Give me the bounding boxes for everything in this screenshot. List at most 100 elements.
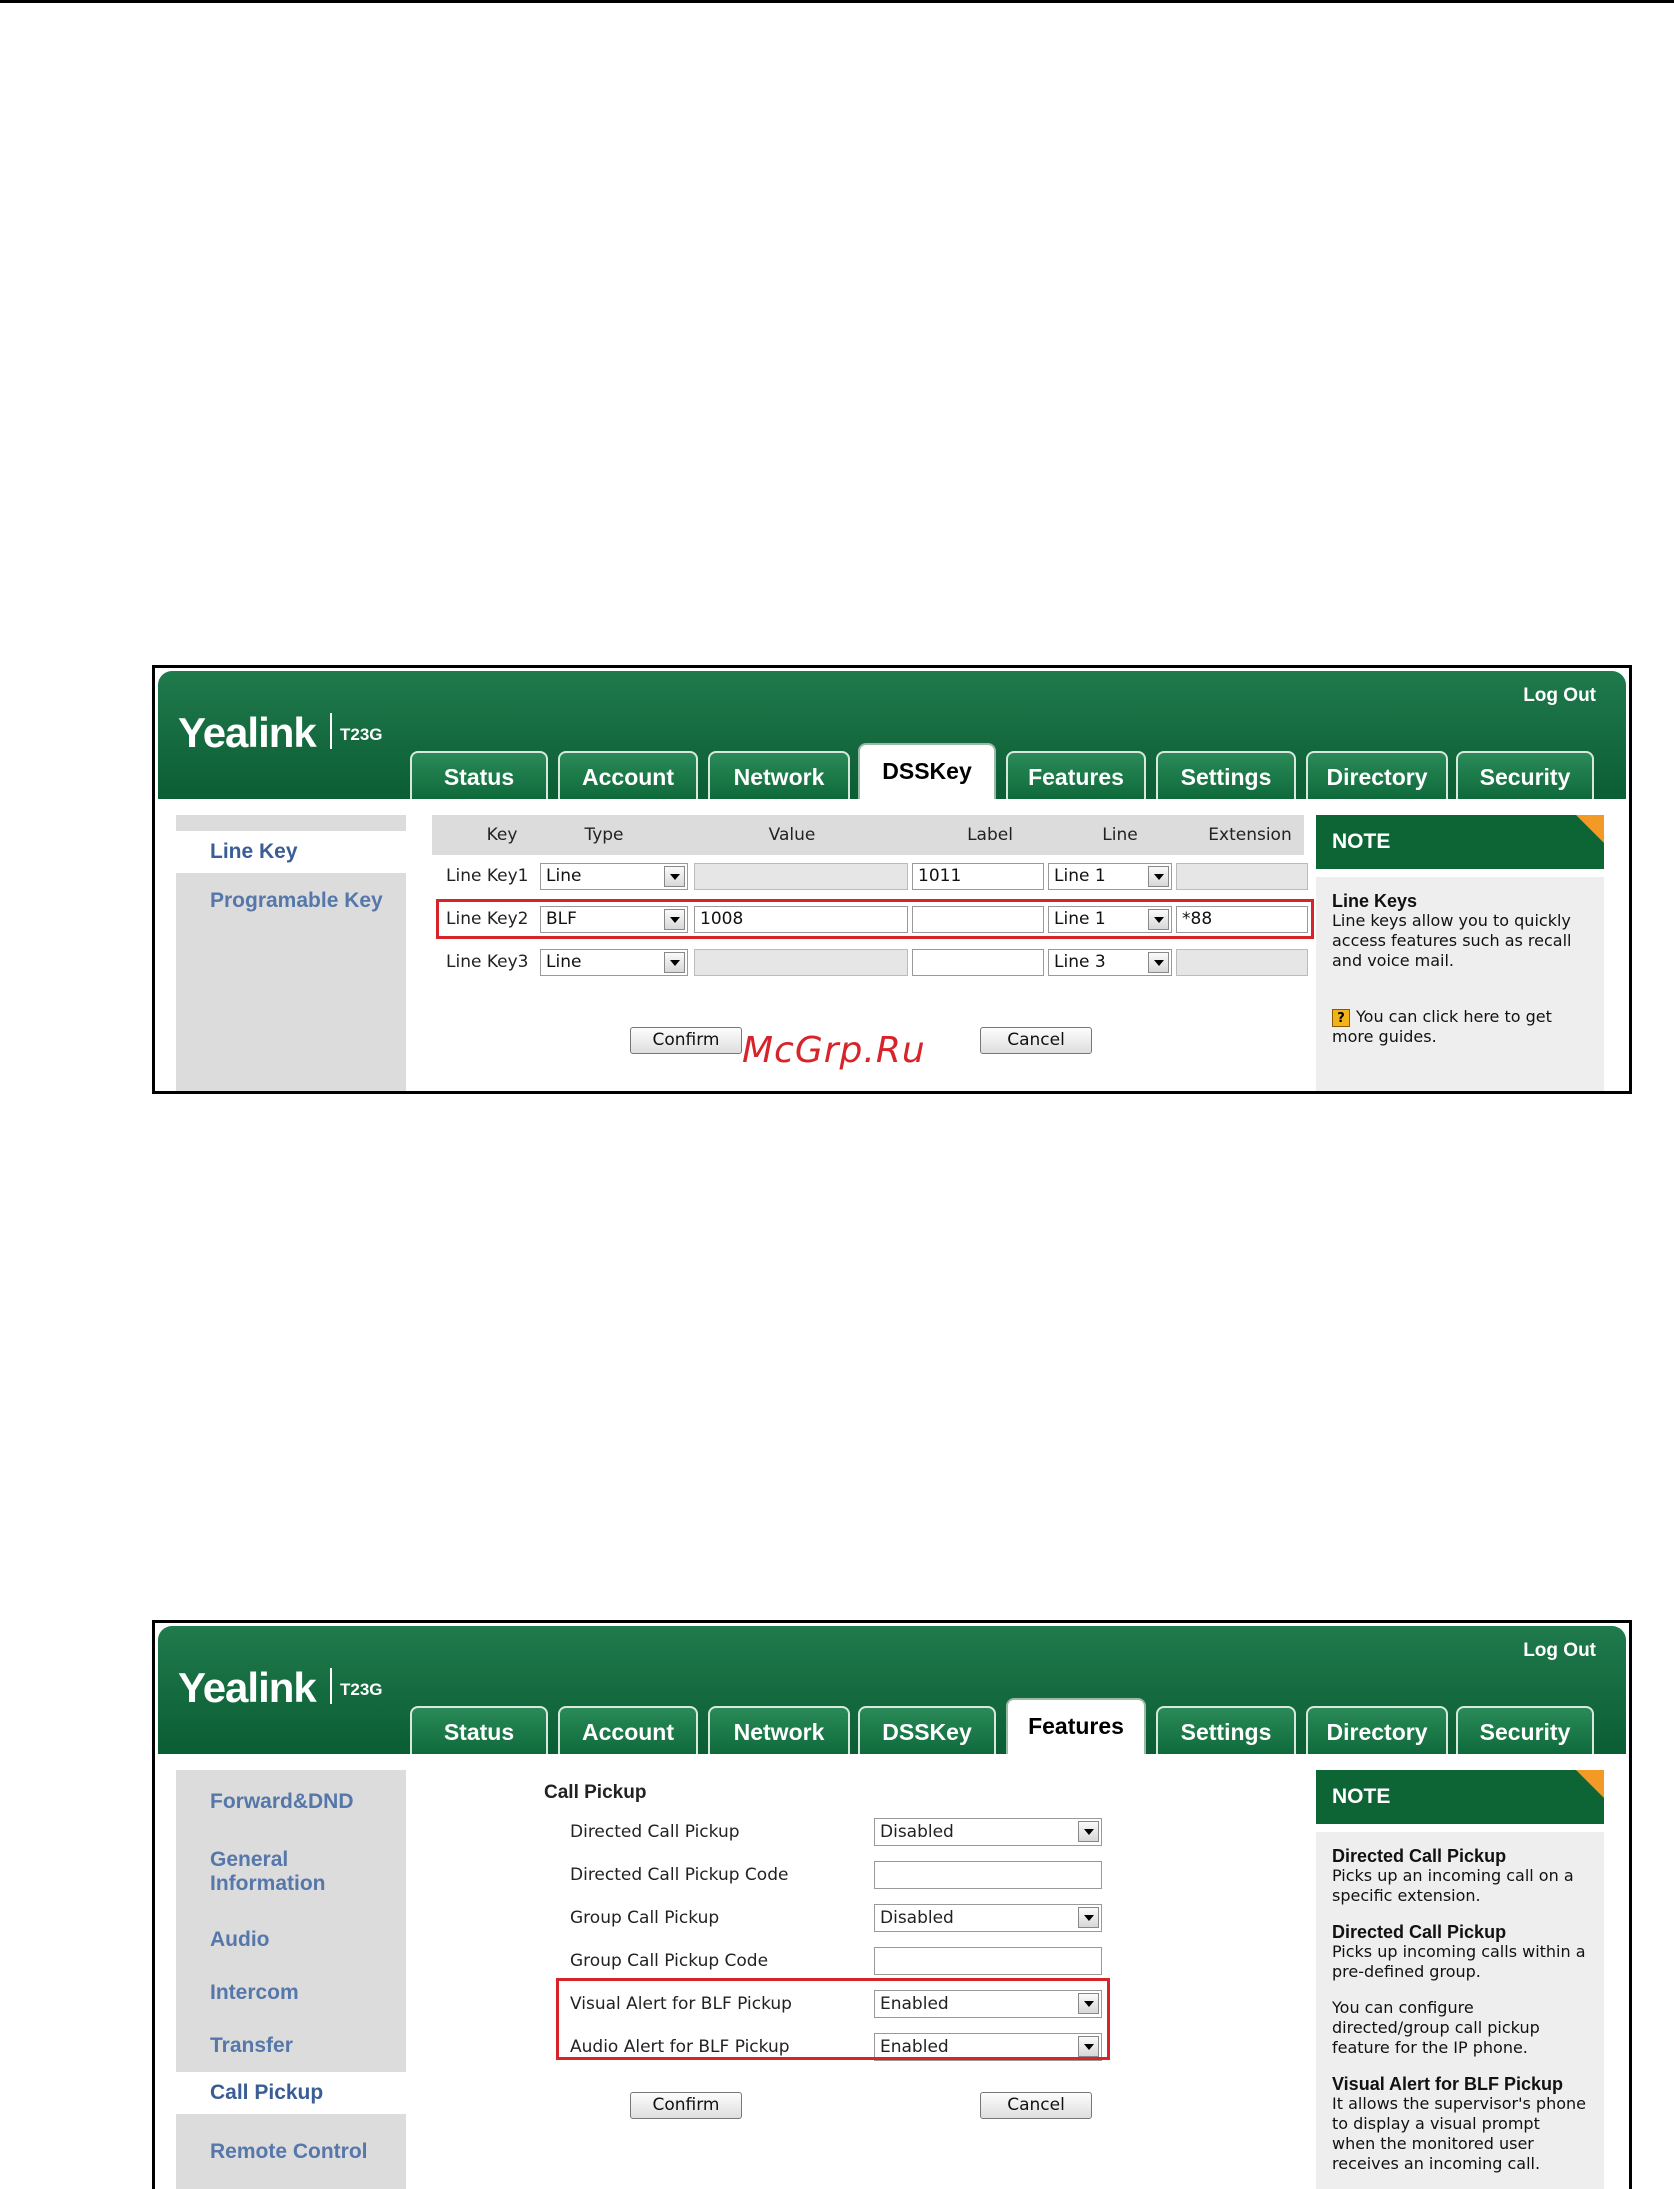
header-bar: Log Out Yealink T23G Status Account Netw… <box>158 671 1626 801</box>
note-title: NOTE <box>1316 1770 1604 1824</box>
tab-features[interactable]: Features <box>1006 1698 1146 1756</box>
tab-security[interactable]: Security <box>1456 751 1594 799</box>
type-select[interactable]: Line <box>540 949 688 976</box>
col-type: Type <box>584 825 624 845</box>
model-label: T23G <box>330 1668 383 1704</box>
type-value: Line <box>546 952 582 972</box>
highlight-box <box>556 1978 1110 2060</box>
tab-network[interactable]: Network <box>708 1706 850 1754</box>
line-select[interactable]: Line 1 <box>1048 863 1172 890</box>
nav-general-information[interactable]: General Information <box>176 1848 356 1896</box>
note-heading: Directed Call Pickup <box>1332 1922 1507 1942</box>
help-book-icon[interactable]: ? <box>1332 1008 1350 1027</box>
value-input[interactable] <box>694 863 908 890</box>
note-body: Directed Call Pickup Picks up an incoming… <box>1316 1832 1604 2189</box>
confirm-button[interactable]: Confirm <box>630 1027 742 1054</box>
note-heading: Visual Alert for BLF Pickup <box>1332 2074 1564 2094</box>
nav-call-pickup[interactable]: Call Pickup <box>176 2072 406 2114</box>
cancel-button[interactable]: Cancel <box>980 1027 1092 1054</box>
tab-directory[interactable]: Directory <box>1306 1706 1448 1754</box>
note-corner-icon <box>1576 1770 1604 1798</box>
page-top-rule <box>0 0 1674 3</box>
note-body: Line Keys Line keys allow you to quickly … <box>1316 877 1604 1091</box>
chevron-down-icon[interactable] <box>1078 1821 1099 1842</box>
tab-settings[interactable]: Settings <box>1156 751 1296 799</box>
nav-forward-dnd[interactable]: Forward&DND <box>176 1790 406 1814</box>
select-value: Disabled <box>880 1822 954 1842</box>
content-area: Forward&DND General Information Audio In… <box>158 1754 1626 2189</box>
highlight-box <box>436 899 1314 939</box>
tab-directory[interactable]: Directory <box>1306 751 1448 799</box>
tab-security[interactable]: Security <box>1456 1706 1594 1754</box>
guide-link[interactable]: You can click here to get more guides. <box>1332 1007 1552 1046</box>
line-select[interactable]: Line 3 <box>1048 949 1172 976</box>
field-label: Directed Call Pickup Code <box>570 1865 789 1885</box>
logout-link[interactable]: Log Out <box>1523 685 1596 707</box>
nav-audio[interactable]: Audio <box>176 1928 406 1952</box>
note-corner-icon <box>1576 815 1604 843</box>
yealink-logo: Yealink <box>178 709 317 756</box>
nav-transfer[interactable]: Transfer <box>176 2034 406 2058</box>
nav-intercom[interactable]: Intercom <box>176 1981 406 2005</box>
logout-link[interactable]: Log Out <box>1523 1640 1596 1662</box>
left-nav: Line Key Programable Key <box>176 815 406 1091</box>
tab-network[interactable]: Network <box>708 751 850 799</box>
row-key: Line Key1 <box>446 866 529 886</box>
features-screenshot: Log Out Yealink T23G Status Account Netw… <box>152 1620 1632 2189</box>
tab-status[interactable]: Status <box>410 1706 548 1754</box>
type-value: Line <box>546 866 582 886</box>
tab-status[interactable]: Status <box>410 751 548 799</box>
directed-call-pickup-select[interactable]: Disabled <box>874 1818 1102 1846</box>
directed-call-pickup-code-input[interactable] <box>874 1861 1102 1889</box>
table-row: Line Key3 Line Line 3 <box>432 945 1308 979</box>
chevron-down-icon[interactable] <box>1148 952 1169 973</box>
nav-remote-control[interactable]: Remote Control <box>176 2140 406 2164</box>
select-value: Disabled <box>880 1908 954 1928</box>
tab-account[interactable]: Account <box>558 751 698 799</box>
nav-line-key[interactable]: Line Key <box>176 831 406 873</box>
tab-dsskey[interactable]: DSSKey <box>858 743 996 801</box>
confirm-button[interactable]: Confirm <box>630 2092 742 2119</box>
note-panel: NOTE Line Keys Line keys allow you to qui… <box>1316 815 1604 1091</box>
extension-input[interactable] <box>1176 863 1308 890</box>
note-text: You can configure directed/group call pi… <box>1332 1998 1540 2057</box>
note-heading: Directed Call Pickup <box>1332 1846 1507 1866</box>
extension-input[interactable] <box>1176 949 1308 976</box>
chevron-down-icon[interactable] <box>664 866 685 887</box>
col-key: Key <box>486 825 518 845</box>
tab-features[interactable]: Features <box>1006 751 1146 799</box>
group-call-pickup-code-input[interactable] <box>874 1947 1102 1975</box>
yealink-logo: Yealink <box>178 1664 317 1711</box>
chevron-down-icon[interactable] <box>1148 866 1169 887</box>
line-value: Line 1 <box>1054 866 1106 886</box>
nav-programable-key[interactable]: Programable Key <box>176 889 406 913</box>
field-label: Group Call Pickup Code <box>570 1951 769 1971</box>
section-title: Call Pickup <box>544 1782 647 1803</box>
watermark: McGrp.Ru <box>742 1030 926 1071</box>
label-input[interactable] <box>912 949 1044 976</box>
chevron-down-icon[interactable] <box>1078 1907 1099 1928</box>
table-header: Key Type Value Label Line Extension <box>432 815 1304 855</box>
note-title: NOTE <box>1316 815 1604 869</box>
chevron-down-icon[interactable] <box>664 952 685 973</box>
note-text: It allows the supervisor's phone to disp… <box>1332 2094 1586 2173</box>
tab-account[interactable]: Account <box>558 1706 698 1754</box>
tab-dsskey[interactable]: DSSKey <box>858 1706 996 1754</box>
left-nav: Forward&DND General Information Audio In… <box>176 1770 406 2189</box>
field-label: Group Call Pickup <box>570 1908 720 1928</box>
field-label: Directed Call Pickup <box>570 1822 740 1842</box>
value-input[interactable] <box>694 949 908 976</box>
note-text: Picks up incoming calls within a pre-def… <box>1332 1942 1586 1981</box>
cancel-button[interactable]: Cancel <box>980 2092 1092 2119</box>
type-select[interactable]: Line <box>540 863 688 890</box>
model-label: T23G <box>330 713 383 749</box>
label-input[interactable]: 1011 <box>912 863 1044 890</box>
group-call-pickup-select[interactable]: Disabled <box>874 1904 1102 1932</box>
note-heading: Line Keys <box>1332 891 1418 911</box>
note-text: Line keys allow you to quickly access fe… <box>1332 911 1572 970</box>
tab-settings[interactable]: Settings <box>1156 1706 1296 1754</box>
col-extension: Extension <box>1208 825 1292 845</box>
col-line: Line <box>1102 825 1138 845</box>
row-key: Line Key3 <box>446 952 529 972</box>
col-value: Value <box>768 825 816 845</box>
